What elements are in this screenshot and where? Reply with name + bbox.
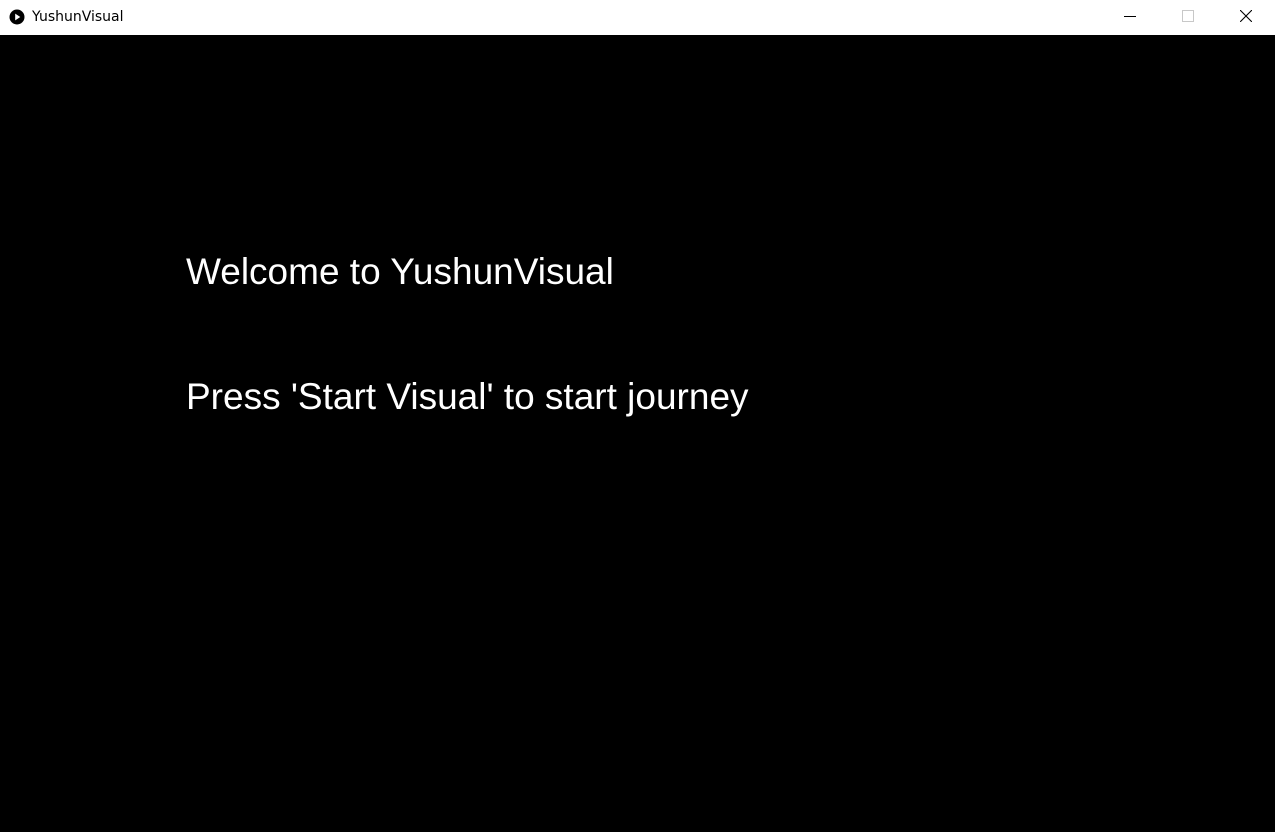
welcome-message: Welcome to YushunVisual: [186, 251, 614, 292]
visual-canvas[interactable]: Welcome to YushunVisual Press 'Start Vis…: [0, 35, 1275, 832]
maximize-icon: [1182, 9, 1194, 27]
maximize-button[interactable]: [1159, 0, 1217, 35]
start-instruction: Press 'Start Visual' to start journey: [186, 376, 749, 417]
app-window: YushunVisual Welcome to YushunVisual Pre…: [0, 0, 1275, 832]
close-icon: [1239, 9, 1253, 27]
minimize-button[interactable]: [1101, 0, 1159, 35]
minimize-icon: [1124, 9, 1136, 27]
close-button[interactable]: [1217, 0, 1275, 35]
window-title: YushunVisual: [32, 9, 124, 25]
title-bar[interactable]: YushunVisual: [0, 0, 1275, 35]
play-circle-icon: [9, 9, 25, 25]
